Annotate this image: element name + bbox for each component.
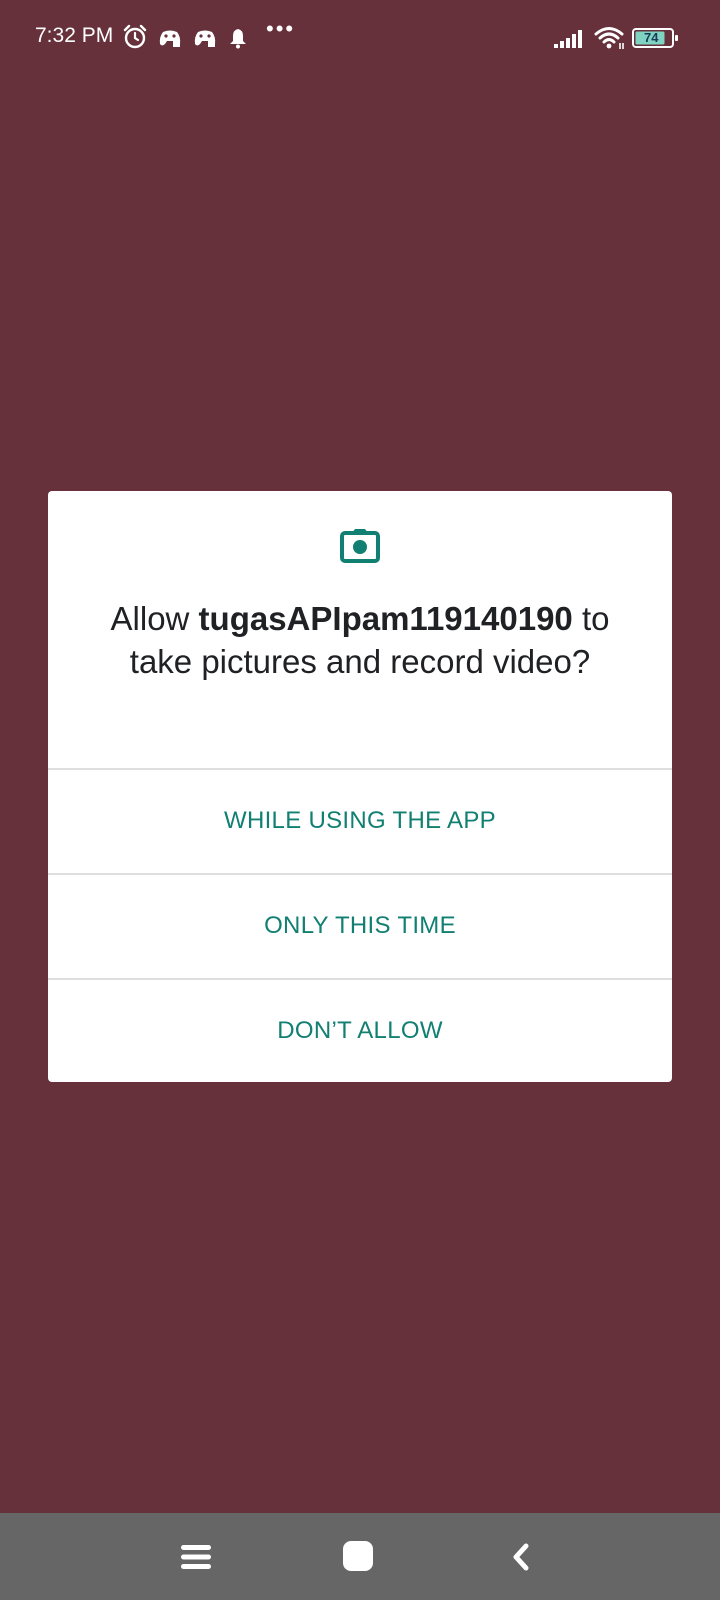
battery-level: 74 [644,30,659,45]
message-prefix: Allow [110,600,199,637]
more-dots-icon: ••• [266,16,296,41]
wifi-icon [594,27,624,49]
battery-icon: 74 [632,27,680,49]
dialog-message: Allow tugasAPIpam119140190 to take pictu… [78,597,642,683]
navigation-bar [0,1513,720,1600]
app-name: tugasAPIpam119140190 [198,600,573,637]
camera-icon [340,529,380,563]
signal-icon [554,30,582,48]
only-this-time-button[interactable]: ONLY THIS TIME [48,873,672,977]
permission-dialog: Allow tugasAPIpam119140190 to take pictu… [48,491,672,1082]
status-time: 7:32 PM [35,24,114,47]
screen: 7:32 PM ••• 74 Allow tugasAPIpam11914019… [0,0,720,1600]
while-using-app-button[interactable]: WHILE USING THE APP [48,768,672,872]
notification-bell-icon [230,29,246,49]
status-bar: 7:32 PM ••• 74 [0,0,720,80]
alarm-icon [123,24,147,49]
game-controller-icon [159,30,181,47]
home-icon[interactable] [341,1539,375,1573]
menu-icon[interactable] [180,1541,212,1573]
game-controller-icon [194,30,216,47]
dont-allow-button[interactable]: DON’T ALLOW [48,978,672,1082]
back-icon[interactable] [510,1543,532,1571]
